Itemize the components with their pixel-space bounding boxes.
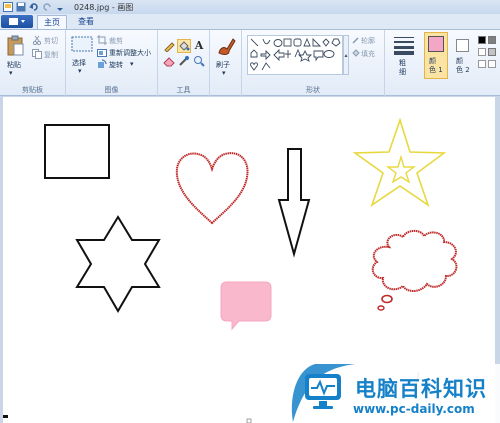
- paste-icon[interactable]: [6, 35, 24, 57]
- rectangle-shape: [44, 124, 110, 179]
- eraser-icon[interactable]: [163, 55, 175, 67]
- size-icon[interactable]: [393, 35, 415, 55]
- shapes-scroll-icon[interactable]: ▴: [343, 35, 349, 75]
- menu-icon: [9, 18, 25, 25]
- select-dropdown-icon[interactable]: ▾: [78, 67, 82, 75]
- watermark: 电脑百科知识 www.pc-daily.com: [285, 360, 500, 423]
- window-title: 0248.jpg - 画图: [74, 2, 134, 12]
- customize-toolbar-icon[interactable]: [55, 2, 65, 12]
- palette-color-light-gray[interactable]: [488, 48, 496, 56]
- crop-button[interactable]: 裁剪: [109, 36, 123, 46]
- shapes-gallery[interactable]: [247, 35, 343, 75]
- text-tool-icon[interactable]: A: [193, 39, 205, 52]
- redo-icon[interactable]: [42, 2, 52, 12]
- tab-view[interactable]: 查看: [74, 15, 98, 29]
- save-icon[interactable]: [16, 2, 26, 12]
- pencil-icon[interactable]: [163, 40, 175, 52]
- watermark-url: www.pc-daily.com: [353, 402, 475, 416]
- fill-bucket-icon[interactable]: [177, 39, 191, 53]
- resize-button[interactable]: 重新调整大小: [109, 48, 151, 58]
- down-arrow-shape: [277, 148, 311, 258]
- rotate-button[interactable]: 旋转: [109, 60, 123, 70]
- paste-dropdown-icon[interactable]: ▾: [9, 69, 13, 77]
- magnifier-icon[interactable]: [193, 55, 205, 67]
- six-point-star-shape: [75, 215, 161, 313]
- small-star-shape: [385, 154, 417, 184]
- paint-app-icon[interactable]: [3, 2, 13, 12]
- tools-group: A 工具: [158, 30, 210, 96]
- monitor-logo-icon: [305, 374, 341, 409]
- copy-button[interactable]: 复制: [44, 50, 58, 60]
- color1-label: 颜 色 1: [429, 57, 443, 74]
- brushes-group: 刷子 ▾: [210, 30, 242, 96]
- rotate-icon: [97, 59, 107, 69]
- crop-icon: [97, 35, 107, 45]
- color1-swatch: [428, 36, 444, 52]
- image-group-label: 图像: [104, 86, 119, 94]
- outline-icon: [352, 36, 360, 44]
- colors-group: 粗 细 颜 色 1 颜 色 2: [385, 30, 500, 96]
- tools-group-label: 工具: [176, 86, 191, 94]
- shapes-group: ▴ 轮廓 填充 形状: [242, 30, 385, 96]
- brushes-dropdown-icon[interactable]: ▾: [222, 69, 226, 77]
- palette-color-empty[interactable]: [478, 60, 486, 68]
- heart-shape: [175, 152, 249, 225]
- canvas-resize-handle-bottom[interactable]: [246, 418, 252, 423]
- image-group: 选择 ▾ 裁剪 重新调整大小 旋转 ▾ 图像: [66, 30, 158, 96]
- fill-button[interactable]: 填充: [361, 49, 375, 59]
- tab-home[interactable]: 主页: [37, 15, 67, 29]
- resize-icon: [97, 47, 107, 57]
- size-button[interactable]: 粗 细: [399, 59, 406, 77]
- palette-color-gray[interactable]: [488, 36, 496, 44]
- rotate-dropdown-icon[interactable]: ▾: [130, 60, 134, 68]
- ribbon-tab-row: 主页 查看: [0, 14, 500, 29]
- shapes-group-label: 形状: [306, 86, 320, 94]
- thought-cloud-shape: [371, 229, 458, 292]
- paint-menu-button[interactable]: [1, 15, 33, 28]
- thought-bubble-large: [381, 294, 393, 304]
- title-bar: 0248.jpg - 画图: [0, 0, 500, 14]
- canvas-resize-handle-bottom-left[interactable]: [3, 415, 8, 418]
- cut-button[interactable]: 剪切: [44, 36, 58, 46]
- ribbon: 粘贴 ▾ 剪切 复制 剪贴板 选择 ▾ 裁剪 重新调整大小 旋转 ▾ 图像 A …: [0, 29, 500, 96]
- scissors-icon: [32, 35, 42, 45]
- color-picker-icon[interactable]: [178, 55, 190, 67]
- color2-label: 颜 色 2: [456, 57, 470, 74]
- color2-swatch[interactable]: [456, 39, 469, 52]
- brush-icon[interactable]: [216, 36, 236, 56]
- clipboard-group-label: 剪贴板: [22, 86, 43, 94]
- thought-bubble-small: [377, 305, 385, 311]
- copy-icon: [32, 49, 42, 59]
- pink-callout-shape: [220, 281, 272, 331]
- palette-color-black[interactable]: [478, 36, 486, 44]
- outline-button[interactable]: 轮廓: [361, 36, 375, 46]
- palette-color-empty-2[interactable]: [488, 60, 496, 68]
- select-icon[interactable]: [71, 36, 93, 52]
- watermark-title: 电脑百科知识: [355, 377, 487, 401]
- clipboard-group: 粘贴 ▾ 剪切 复制 剪贴板: [0, 30, 66, 96]
- undo-icon[interactable]: [29, 2, 39, 12]
- fill-icon: [352, 49, 360, 57]
- palette-color-white[interactable]: [478, 48, 486, 56]
